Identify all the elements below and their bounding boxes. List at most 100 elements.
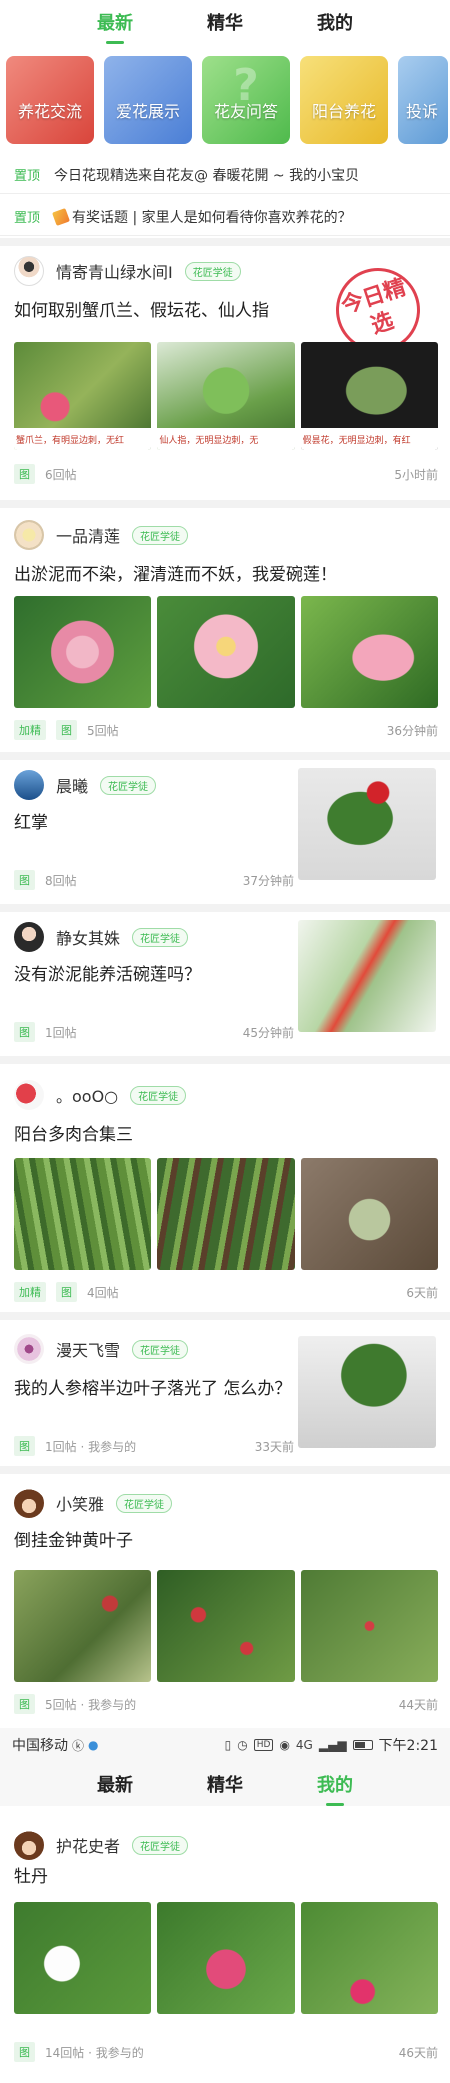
post-image[interactable]	[14, 1902, 152, 2014]
author-name[interactable]: 情寄青山绿水间I	[56, 259, 173, 283]
post-title[interactable]: 红掌	[14, 810, 48, 836]
post-card[interactable]: 静女其姝 花匠学徒 没有淤泥能养活碗莲吗？ 图 1回帖 45分钟前	[0, 912, 450, 1058]
post-title[interactable]: 阳台多肉合集三	[14, 1122, 133, 1148]
post-time: 46天前	[398, 2045, 438, 2060]
category-label: 投诉	[406, 102, 439, 121]
pinned-text: 有奖话题 | 家里人是如何看待你喜欢养花的？	[72, 209, 352, 226]
reply-count: 5回帖	[87, 723, 119, 738]
category-label: 爱花展示	[115, 102, 180, 121]
post-meta: 图 1回帖 45分钟前	[14, 1022, 294, 1042]
category-card[interactable]: ? 花友问答	[202, 56, 290, 144]
image-tag: 图	[14, 1022, 35, 1042]
post-image[interactable]	[300, 1902, 438, 2014]
category-label: 养花交流	[17, 102, 82, 121]
avatar[interactable]	[14, 1334, 44, 1364]
status-time: 下午2:21	[378, 1738, 438, 1754]
category-label: 阳台养花	[311, 102, 376, 121]
tab-mine[interactable]: 我的	[280, 1771, 390, 1806]
post-image[interactable]	[300, 1570, 438, 1682]
post-card[interactable]: 一品清莲 花匠学徒 出淤泥而不染，濯清涟而不妖，我爱碗莲！ 加精 图 5回帖 3…	[0, 508, 450, 748]
image-caption: 假昙花，无明显边刺，有红	[300, 428, 438, 450]
post-image[interactable]	[14, 1158, 152, 1270]
post-title[interactable]: 我的人参榕半边叶子落光了 怎么办？	[14, 1376, 294, 1402]
post-meta: 加精 图 5回帖 36分钟前	[14, 720, 438, 740]
author-row: 护花史者 花匠学徒	[14, 1830, 189, 1860]
post-card[interactable]: 小笑雅 花匠学徒 倒挂金钟黄叶子 图 5回帖 · 我参与的 44天前	[0, 1474, 450, 1724]
post-thumbnail[interactable]	[298, 1336, 436, 1448]
post-image[interactable]: 仙人指，无明显边刺，无	[157, 342, 295, 450]
pinned-item[interactable]: 置顶 今日花现精选来自花友@ 春暖花開 ~ 我的小宝贝	[0, 156, 450, 194]
vibrate-icon: ▯	[224, 1738, 232, 1752]
author-name[interactable]: 小笑雅	[56, 1491, 104, 1515]
tab-mine[interactable]: 我的	[280, 9, 390, 35]
post-meta: 图 1回帖 · 我参与的 33天前	[14, 1436, 294, 1456]
post-card[interactable]: 漫天飞雪 花匠学徒 我的人参榕半边叶子落光了 怎么办？ 图 1回帖 · 我参与的…	[0, 1320, 450, 1480]
post-image[interactable]	[157, 1158, 295, 1270]
author-name[interactable]: 静女其姝	[56, 925, 120, 949]
author-name[interactable]: 。ooO○	[56, 1083, 118, 1107]
author-name[interactable]: 一品清莲	[56, 523, 120, 547]
post-image[interactable]	[14, 1570, 152, 1682]
post-image[interactable]	[300, 596, 438, 708]
post-title[interactable]: 牡丹	[14, 1864, 48, 1890]
post-thumbnail[interactable]	[298, 768, 436, 880]
top-tab-bar: 最新 精华 我的	[0, 0, 450, 44]
featured-tag: 加精	[14, 1282, 46, 1302]
level-badge: 花匠学徒	[100, 775, 157, 795]
post-card[interactable]: 情寄青山绿水间I 花匠学徒 今日精选 如何取别蟹爪兰、假坛花、仙人指 蟹爪兰，有…	[0, 246, 450, 506]
divider	[0, 904, 450, 912]
category-card[interactable]: 爱花展示	[104, 56, 192, 144]
category-card[interactable]: 投诉	[398, 56, 448, 144]
post-images: 蟹爪兰，有明显边刺，无红 仙人指，无明显边刺，无 假昙花，无明显边刺，有红	[14, 342, 438, 450]
author-row: 小笑雅 花匠学徒	[14, 1488, 173, 1518]
author-row: 漫天飞雪 花匠学徒	[14, 1334, 189, 1364]
signal-icon: 4G	[295, 1738, 313, 1752]
post-time: 45分钟前	[242, 1025, 294, 1040]
tab-featured[interactable]: 精华	[170, 9, 280, 35]
author-row: 情寄青山绿水间I 花匠学徒	[14, 256, 241, 286]
post-image[interactable]	[157, 1570, 295, 1682]
post-image[interactable]	[157, 596, 295, 708]
avatar[interactable]	[14, 1080, 44, 1110]
avatar[interactable]	[14, 922, 44, 952]
pinned-item[interactable]: 置顶 有奖话题 | 家里人是如何看待你喜欢养花的？	[0, 198, 450, 236]
author-name[interactable]: 漫天飞雪	[56, 1337, 120, 1361]
post-image[interactable]	[157, 1902, 295, 2014]
category-card[interactable]: 养花交流	[6, 56, 94, 144]
post-title[interactable]: 出淤泥而不染，濯清涟而不妖，我爱碗莲！	[14, 562, 337, 588]
avatar[interactable]	[14, 256, 44, 286]
post-time: 37分钟前	[242, 873, 294, 888]
post-image[interactable]	[14, 596, 152, 708]
tab-latest[interactable]: 最新	[60, 9, 170, 44]
avatar[interactable]	[14, 770, 44, 800]
top-tab-bar: 最新 精华 我的	[0, 1762, 450, 1806]
category-card[interactable]: 阳台养花	[300, 56, 388, 144]
post-time: 33天前	[254, 1439, 294, 1454]
pinned-text: 今日花现精选来自花友@ 春暖花開 ~ 我的小宝贝	[54, 167, 360, 184]
eye-icon: ◉	[279, 1738, 290, 1752]
tab-latest[interactable]: 最新	[60, 1771, 170, 1797]
post-title[interactable]: 没有淤泥能养活碗莲吗？	[14, 962, 201, 988]
tab-featured[interactable]: 精华	[170, 1771, 280, 1797]
author-row: 一品清莲 花匠学徒	[14, 520, 189, 550]
post-thumbnail[interactable]	[298, 920, 436, 1032]
reply-count: 4回帖	[87, 1285, 119, 1300]
avatar[interactable]	[14, 1830, 44, 1860]
post-card[interactable]: 晨曦 花匠学徒 红掌 图 8回帖 37分钟前	[0, 760, 450, 906]
level-badge: 花匠学徒	[184, 261, 241, 281]
author-name[interactable]: 晨曦	[56, 773, 88, 797]
post-image[interactable]	[300, 1158, 438, 1270]
author-row: 静女其姝 花匠学徒	[14, 922, 189, 952]
post-image[interactable]: 假昙花，无明显边刺，有红	[300, 342, 438, 450]
avatar[interactable]	[14, 1488, 44, 1518]
post-image[interactable]: 蟹爪兰，有明显边刺，无红	[14, 342, 152, 450]
post-card[interactable]: 。ooO○ 花匠学徒 阳台多肉合集三 加精 图 4回帖 6天前	[0, 1064, 450, 1310]
avatar[interactable]	[14, 520, 44, 550]
author-name[interactable]: 护花史者	[56, 1833, 120, 1857]
post-title[interactable]: 如何取别蟹爪兰、假坛花、仙人指	[14, 298, 269, 324]
post-title[interactable]: 倒挂金钟黄叶子	[14, 1528, 133, 1554]
dot-icon: ●	[88, 1738, 99, 1752]
image-tag: 图	[56, 1282, 77, 1302]
divider	[0, 1056, 450, 1064]
post-card[interactable]: 护花史者 花匠学徒 牡丹 图 14回帖 · 我参与的 46天前	[0, 1818, 450, 2083]
